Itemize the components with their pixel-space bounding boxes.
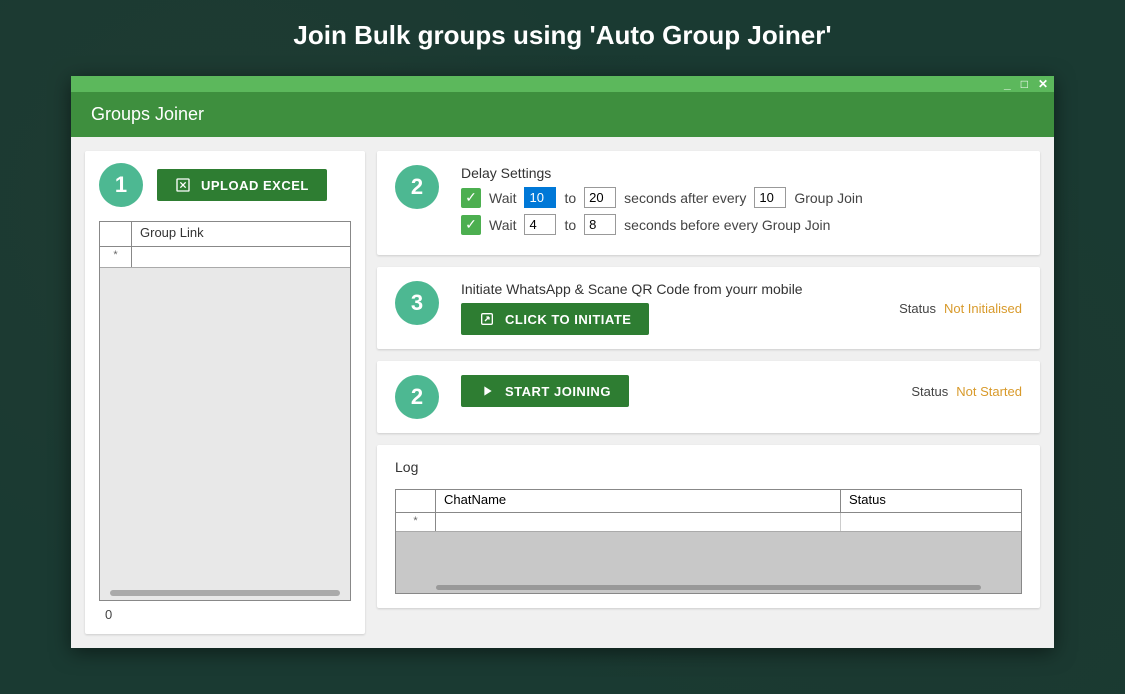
log-table[interactable]: ChatName Status * xyxy=(395,489,1022,594)
step-2-circle: 2 xyxy=(395,165,439,209)
delay-min-1[interactable] xyxy=(524,187,556,208)
table-header-group-link: Group Link xyxy=(132,222,350,246)
delay-row-1: ✓ Wait to seconds after every Group Join xyxy=(461,187,1022,208)
delay-settings-section: 2 Delay Settings ✓ Wait to seconds after… xyxy=(377,151,1040,255)
log-scrollbar[interactable] xyxy=(436,585,981,590)
excel-icon xyxy=(175,177,191,193)
initiate-status: Status Not Initialised xyxy=(899,301,1022,316)
row-marker: * xyxy=(100,247,132,267)
log-header-status: Status xyxy=(841,490,1021,512)
status-label: Status xyxy=(899,301,936,316)
content-area: 1 UPLOAD EXCEL Group Link * 0 xyxy=(71,137,1054,648)
wait-label: Wait xyxy=(489,190,516,206)
launch-icon xyxy=(479,311,495,327)
play-icon xyxy=(479,383,495,399)
log-title: Log xyxy=(395,459,1022,475)
to-label-2: to xyxy=(564,217,576,233)
log-row-marker: * xyxy=(396,513,436,531)
to-label: to xyxy=(564,190,576,206)
start-section: 2 START JOINING Status Not Started xyxy=(377,361,1040,433)
delay-title: Delay Settings xyxy=(461,165,1022,181)
log-corner xyxy=(396,490,436,512)
suffix-label: Group Join xyxy=(794,190,862,206)
after-label: seconds after every xyxy=(624,190,746,206)
step-1-circle: 1 xyxy=(99,163,143,207)
start-button-label: START JOINING xyxy=(505,384,611,399)
delay-max-2[interactable] xyxy=(584,214,616,235)
delay-checkbox-1[interactable]: ✓ xyxy=(461,188,481,208)
log-header-chatname: ChatName xyxy=(436,490,841,512)
group-link-table[interactable]: Group Link * xyxy=(99,221,351,601)
table-row[interactable]: * xyxy=(100,247,350,268)
delay-min-2[interactable] xyxy=(524,214,556,235)
maximize-button[interactable]: □ xyxy=(1021,78,1028,90)
log-cell-status[interactable] xyxy=(841,513,1021,531)
log-row[interactable]: * xyxy=(396,513,1021,532)
horizontal-scrollbar[interactable] xyxy=(110,590,340,596)
delay-max-1[interactable] xyxy=(584,187,616,208)
minimize-button[interactable]: _ xyxy=(1004,78,1011,90)
log-section: Log ChatName Status * xyxy=(377,445,1040,608)
after-label-2: seconds before every Group Join xyxy=(624,217,830,233)
titlebar: _ □ ✕ xyxy=(71,76,1054,92)
right-column: 2 Delay Settings ✓ Wait to seconds after… xyxy=(377,151,1040,634)
delay-count-1[interactable] xyxy=(754,187,786,208)
status-value-2: Not Started xyxy=(956,384,1022,399)
initiate-section: 3 Initiate WhatsApp & Scane QR Code from… xyxy=(377,267,1040,349)
wait-label-2: Wait xyxy=(489,217,516,233)
step-4-circle: 2 xyxy=(395,375,439,419)
close-button[interactable]: ✕ xyxy=(1038,78,1048,90)
click-to-initiate-button[interactable]: CLICK TO INITIATE xyxy=(461,303,649,335)
delay-row-2: ✓ Wait to seconds before every Group Joi… xyxy=(461,214,1022,235)
table-corner xyxy=(100,222,132,246)
upload-button-label: UPLOAD EXCEL xyxy=(201,178,309,193)
log-cell-chatname[interactable] xyxy=(436,513,841,531)
start-joining-button[interactable]: START JOINING xyxy=(461,375,629,407)
page-title: Join Bulk groups using 'Auto Group Joine… xyxy=(0,20,1125,51)
status-label-2: Status xyxy=(911,384,948,399)
initiate-instruction: Initiate WhatsApp & Scane QR Code from y… xyxy=(461,281,803,297)
row-cell[interactable] xyxy=(132,247,350,267)
upload-excel-button[interactable]: UPLOAD EXCEL xyxy=(157,169,327,201)
window-title: Groups Joiner xyxy=(71,92,1054,137)
status-value: Not Initialised xyxy=(944,301,1022,316)
delay-checkbox-2[interactable]: ✓ xyxy=(461,215,481,235)
app-window: _ □ ✕ Groups Joiner 1 UPLOAD EXCEL Group… xyxy=(71,76,1054,648)
start-status: Status Not Started xyxy=(911,384,1022,399)
row-count: 0 xyxy=(99,607,351,622)
upload-panel: 1 UPLOAD EXCEL Group Link * 0 xyxy=(85,151,365,634)
initiate-button-label: CLICK TO INITIATE xyxy=(505,312,631,327)
step-3-circle: 3 xyxy=(395,281,439,325)
